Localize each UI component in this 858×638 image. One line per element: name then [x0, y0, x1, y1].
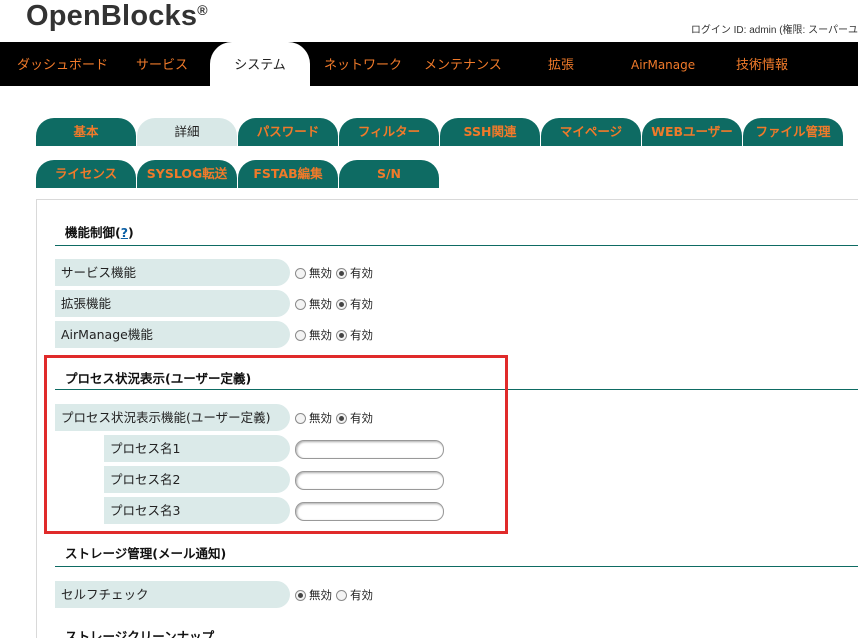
- tab-basic[interactable]: 基本: [36, 118, 136, 146]
- tab-ssh[interactable]: SSH関連: [440, 118, 540, 146]
- nav-network[interactable]: ネットワーク: [324, 42, 402, 86]
- tab-fstab[interactable]: FSTAB編集: [238, 160, 338, 188]
- radio-self-check-on[interactable]: [336, 589, 347, 601]
- radio-service-on[interactable]: [336, 267, 347, 279]
- section-title-storage: ストレージ管理(メール通知): [65, 546, 227, 561]
- tab-web-user[interactable]: WEBユーザー: [642, 118, 742, 146]
- nav-maintenance[interactable]: メンテナンス: [424, 42, 502, 86]
- radio-self-check-off[interactable]: [295, 589, 306, 601]
- tab-password[interactable]: パスワード: [238, 118, 338, 146]
- radio-airmanage-off[interactable]: [295, 329, 306, 341]
- highlight-box: [44, 355, 508, 534]
- login-info: ログイン ID: admin (権限: スーパーユ: [690, 25, 858, 36]
- section-divider: [55, 245, 858, 246]
- help-link[interactable]: ?: [121, 225, 128, 240]
- tab-filter[interactable]: フィルター: [339, 118, 439, 146]
- section-title-storage-cleanup: ストレージクリーンナップ: [65, 629, 215, 638]
- tab-serial-number[interactable]: S/N: [339, 160, 439, 188]
- radio-airmanage-on[interactable]: [336, 329, 347, 341]
- radio-extension-on[interactable]: [336, 298, 347, 310]
- nav-dashboard[interactable]: ダッシュボード: [17, 42, 108, 86]
- registered-mark: ®: [197, 2, 208, 18]
- row-label-self-check: セルフチェック: [55, 581, 290, 608]
- tab-license[interactable]: ライセンス: [36, 160, 136, 188]
- tab-detail[interactable]: 詳細: [137, 118, 237, 146]
- nav-tech-info[interactable]: 技術情報: [736, 42, 788, 86]
- nav-extension[interactable]: 拡張: [548, 42, 574, 86]
- radio-group-service: 無効 有効: [295, 265, 377, 281]
- radio-group-self-check: 無効 有効: [295, 587, 377, 603]
- radio-service-off[interactable]: [295, 267, 306, 279]
- row-label-airmanage: AirManage機能: [55, 321, 290, 348]
- nav-airmanage[interactable]: AirManage: [631, 42, 695, 86]
- row-label-extension: 拡張機能: [55, 290, 290, 317]
- radio-group-airmanage: 無効 有効: [295, 327, 377, 343]
- openblocks-logo: OpenBlocks®: [26, 0, 208, 33]
- nav-service[interactable]: サービス: [136, 42, 188, 86]
- tab-syslog[interactable]: SYSLOG転送: [137, 160, 237, 188]
- section-title-func-control: 機能制御(?): [65, 225, 134, 240]
- nav-system[interactable]: システム: [210, 42, 310, 88]
- row-label-service: サービス機能: [55, 259, 290, 286]
- radio-group-extension: 無効 有効: [295, 296, 377, 312]
- logo-text: OpenBlocks: [26, 0, 198, 32]
- section-divider: [55, 566, 858, 567]
- top-navigation: ダッシュボード サービス システム ネットワーク メンテナンス 拡張 AirMa…: [0, 42, 858, 88]
- tab-mypage[interactable]: マイページ: [541, 118, 641, 146]
- radio-extension-off[interactable]: [295, 298, 306, 310]
- tab-file-management[interactable]: ファイル管理: [743, 118, 843, 146]
